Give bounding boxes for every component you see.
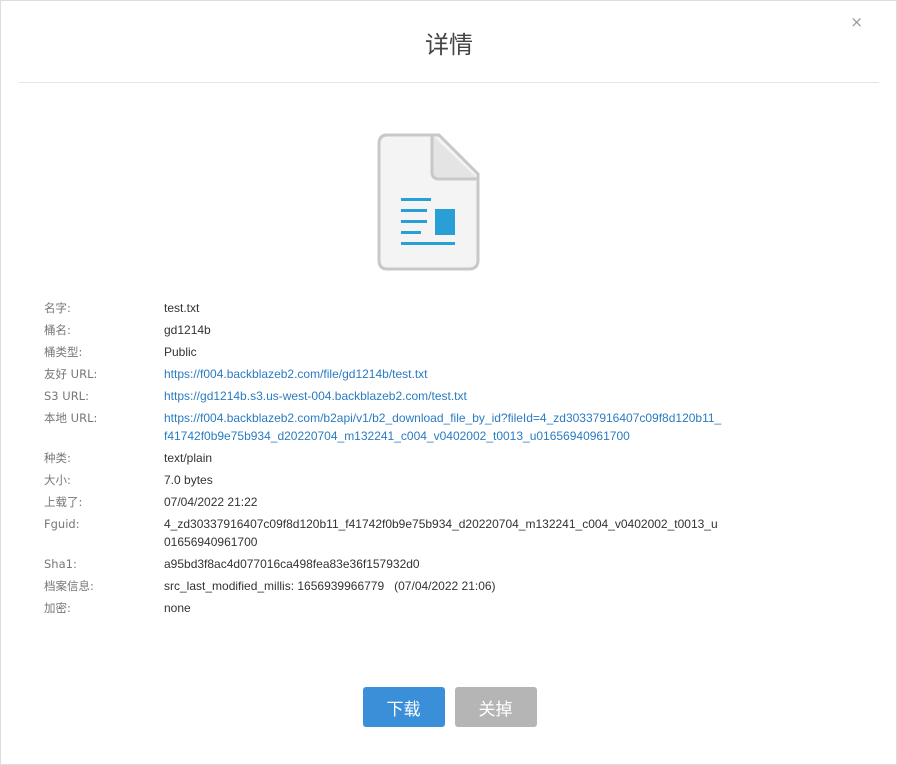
detail-row-bucket: 桶名: gd1214b [44, 321, 744, 339]
detail-label: 本地 URL: [44, 411, 98, 425]
detail-value: src_last_modified_millis: 1656939966779 … [164, 579, 496, 593]
detail-row-native-url: 本地 URL: https://f004.backblazeb2.com/b2a… [44, 409, 744, 445]
detail-label: 种类: [44, 451, 71, 465]
detail-label: 友好 URL: [44, 367, 98, 381]
dialog-title: 详情 [425, 31, 473, 59]
detail-value: gd1214b [164, 323, 211, 337]
close-icon[interactable]: × [850, 13, 863, 31]
close-button[interactable]: 关掉 [454, 687, 537, 727]
detail-row-uploaded: 上载了: 07/04/2022 21:22 [44, 493, 744, 511]
detail-row-file-info: 档案信息: src_last_modified_millis: 16569399… [44, 577, 744, 595]
detail-label: Fguid: [44, 517, 80, 531]
dialog-buttons: 下载 关掉 [1, 687, 897, 727]
document-icon [377, 132, 481, 277]
detail-row-size: 大小: 7.0 bytes [44, 471, 744, 489]
detail-row-friendly-url: 友好 URL: https://f004.backblazeb2.com/fil… [44, 365, 744, 383]
detail-row-bucket-type: 桶类型: Public [44, 343, 744, 361]
detail-value: 07/04/2022 21:22 [164, 495, 258, 509]
file-details-dialog: 详情 × 名字: test.txt 桶名: gd1214b 桶类型: Publi… [0, 0, 897, 765]
file-details-list: 名字: test.txt 桶名: gd1214b 桶类型: Public 友好 … [44, 299, 744, 621]
download-button[interactable]: 下载 [362, 687, 445, 727]
detail-row-s3-url: S3 URL: https://gd1214b.s3.us-west-004.b… [44, 387, 744, 405]
detail-value: a95bd3f8ac4d077016ca498fea83e36f157932d0 [164, 557, 420, 571]
detail-value: 7.0 bytes [164, 473, 213, 487]
detail-row-sha1: Sha1: a95bd3f8ac4d077016ca498fea83e36f15… [44, 555, 744, 573]
detail-row-encryption: 加密: none [44, 599, 744, 617]
detail-value: none [164, 601, 191, 615]
detail-value: 4_zd30337916407c09f8d120b11_f41742f0b9e7… [164, 517, 718, 549]
detail-label: 名字: [44, 301, 71, 315]
detail-row-name: 名字: test.txt [44, 299, 744, 317]
detail-row-fguid: Fguid: 4_zd30337916407c09f8d120b11_f4174… [44, 515, 744, 551]
native-url-link[interactable]: https://f004.backblazeb2.com/b2api/v1/b2… [164, 409, 724, 445]
detail-label: 桶名: [44, 323, 71, 337]
detail-label: 大小: [44, 473, 71, 487]
detail-label: Sha1: [44, 557, 77, 571]
detail-value: text/plain [164, 451, 213, 465]
detail-label: 桶类型: [44, 345, 83, 359]
dialog-header: 详情 × [19, 1, 879, 83]
detail-label: 档案信息: [44, 579, 94, 593]
detail-value: test.txt [164, 301, 200, 315]
detail-row-type: 种类: text/plain [44, 449, 744, 467]
friendly-url-link[interactable]: https://f004.backblazeb2.com/file/gd1214… [164, 365, 724, 383]
s3-url-link[interactable]: https://gd1214b.s3.us-west-004.backblaze… [164, 387, 724, 405]
detail-label: 上载了: [44, 495, 83, 509]
detail-label: S3 URL: [44, 389, 89, 403]
detail-value: Public [164, 345, 197, 359]
detail-label: 加密: [44, 601, 71, 615]
